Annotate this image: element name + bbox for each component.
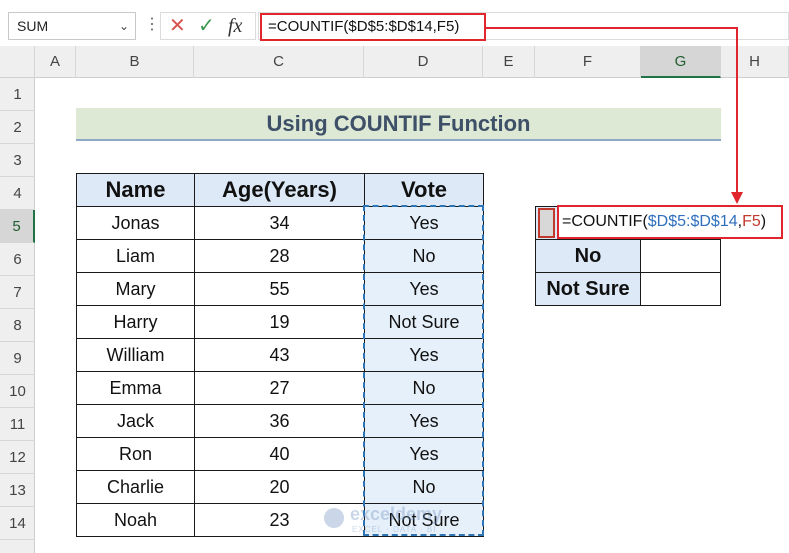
row-header-10[interactable]: 10 — [0, 375, 35, 408]
table-header-row: Name Age(Years) Vote — [76, 173, 484, 207]
row-header-6[interactable]: 6 — [0, 243, 35, 276]
vote-range-selection — [363, 205, 484, 536]
column-header-c[interactable]: C — [194, 46, 364, 78]
row-header-11[interactable]: 11 — [0, 408, 35, 441]
cell-age[interactable]: 20 — [194, 470, 365, 504]
header-vote[interactable]: Vote — [364, 173, 484, 207]
cell-age[interactable]: 19 — [194, 305, 365, 339]
column-header-b[interactable]: B — [76, 46, 194, 78]
count-row-no: No — [535, 239, 721, 273]
value-cell-g6[interactable] — [640, 239, 721, 273]
formula-range-ref: $D$5:$D$14 — [647, 213, 738, 230]
cell-age[interactable]: 55 — [194, 272, 365, 306]
watermark-logo: exceldemy EXCEL · DATA · BI — [318, 500, 478, 540]
row-header-2[interactable]: 2 — [0, 111, 35, 144]
column-header-e[interactable]: E — [483, 46, 535, 78]
row-header-9[interactable]: 9 — [0, 342, 35, 375]
active-cell-formula[interactable]: =COUNTIF($D$5:$D$14,F5) — [557, 205, 783, 239]
header-age[interactable]: Age(Years) — [194, 173, 365, 207]
formula-bar-buttons: ✕ ✓ fx — [160, 12, 256, 40]
formula-text[interactable]: =COUNTIF($D$5:$D$14,F5) — [260, 13, 486, 41]
chevron-down-icon[interactable]: ⌄ — [119, 13, 129, 39]
column-header-g[interactable]: G — [641, 46, 721, 78]
name-box-value: SUM — [17, 18, 49, 34]
row-header-8[interactable]: 8 — [0, 309, 35, 342]
formula-bar-area: SUM ⌄ ⋮ ✕ ✓ fx =COUNTIF($D$5:$D$14,F5) — [0, 0, 789, 46]
fx-icon[interactable]: fx — [228, 13, 242, 39]
cancel-icon[interactable]: ✕ — [169, 13, 186, 39]
row-header-4[interactable]: 4 — [0, 177, 35, 210]
column-header-d[interactable]: D — [364, 46, 483, 78]
cell-name[interactable]: Ron — [76, 437, 195, 471]
watermark-tagline: EXCEL · DATA · BI — [352, 525, 437, 534]
row-header-5[interactable]: 5 — [0, 210, 35, 243]
cell-name[interactable]: Jonas — [76, 206, 195, 240]
cell-name[interactable]: Harry — [76, 305, 195, 339]
row-header-14[interactable]: 14 — [0, 507, 35, 540]
cell-name[interactable]: Mary — [76, 272, 195, 306]
formula-prefix: =COUNTIF( — [562, 213, 648, 230]
cell-name[interactable]: William — [76, 338, 195, 372]
more-options-icon[interactable]: ⋮ — [144, 12, 160, 40]
row-header-1[interactable]: 1 — [0, 78, 35, 111]
logo-icon — [324, 508, 344, 528]
cell-age[interactable]: 28 — [194, 239, 365, 273]
row-header-3[interactable]: 3 — [0, 144, 35, 177]
cell-name[interactable]: Charlie — [76, 470, 195, 504]
row-header-7[interactable]: 7 — [0, 276, 35, 309]
count-row-not-sure: Not Sure — [535, 272, 721, 306]
formula-suffix: ) — [760, 213, 767, 230]
cell-age[interactable]: 43 — [194, 338, 365, 372]
column-header-h[interactable]: H — [721, 46, 789, 78]
check-icon[interactable]: ✓ — [198, 13, 215, 39]
cell-age[interactable]: 34 — [194, 206, 365, 240]
row-header-12[interactable]: 12 — [0, 441, 35, 474]
cell-age[interactable]: 36 — [194, 404, 365, 438]
cell-name[interactable]: Liam — [76, 239, 195, 273]
name-box[interactable]: SUM ⌄ — [8, 12, 136, 40]
row-header-13[interactable]: 13 — [0, 474, 35, 507]
watermark-brand: exceldemy — [350, 504, 443, 524]
referenced-cell-marker — [538, 208, 555, 238]
row-headers: 1 2 3 4 5 6 7 8 9 10 11 12 13 14 — [0, 78, 35, 553]
column-headers: A B C D E F G H — [0, 46, 789, 78]
header-name[interactable]: Name — [76, 173, 195, 207]
column-header-f[interactable]: F — [535, 46, 641, 78]
value-cell-g7[interactable] — [640, 272, 721, 306]
sheet-title[interactable]: Using COUNTIF Function — [76, 108, 721, 141]
cell-age[interactable]: 27 — [194, 371, 365, 405]
select-all-corner[interactable] — [0, 46, 35, 78]
formula-cell-ref: F5 — [742, 213, 761, 230]
label-not-sure[interactable]: Not Sure — [535, 272, 641, 306]
label-no[interactable]: No — [535, 239, 641, 273]
cell-name[interactable]: Noah — [76, 503, 195, 537]
column-header-a[interactable]: A — [35, 46, 76, 78]
cell-name[interactable]: Emma — [76, 371, 195, 405]
cell-age[interactable]: 40 — [194, 437, 365, 471]
cell-name[interactable]: Jack — [76, 404, 195, 438]
